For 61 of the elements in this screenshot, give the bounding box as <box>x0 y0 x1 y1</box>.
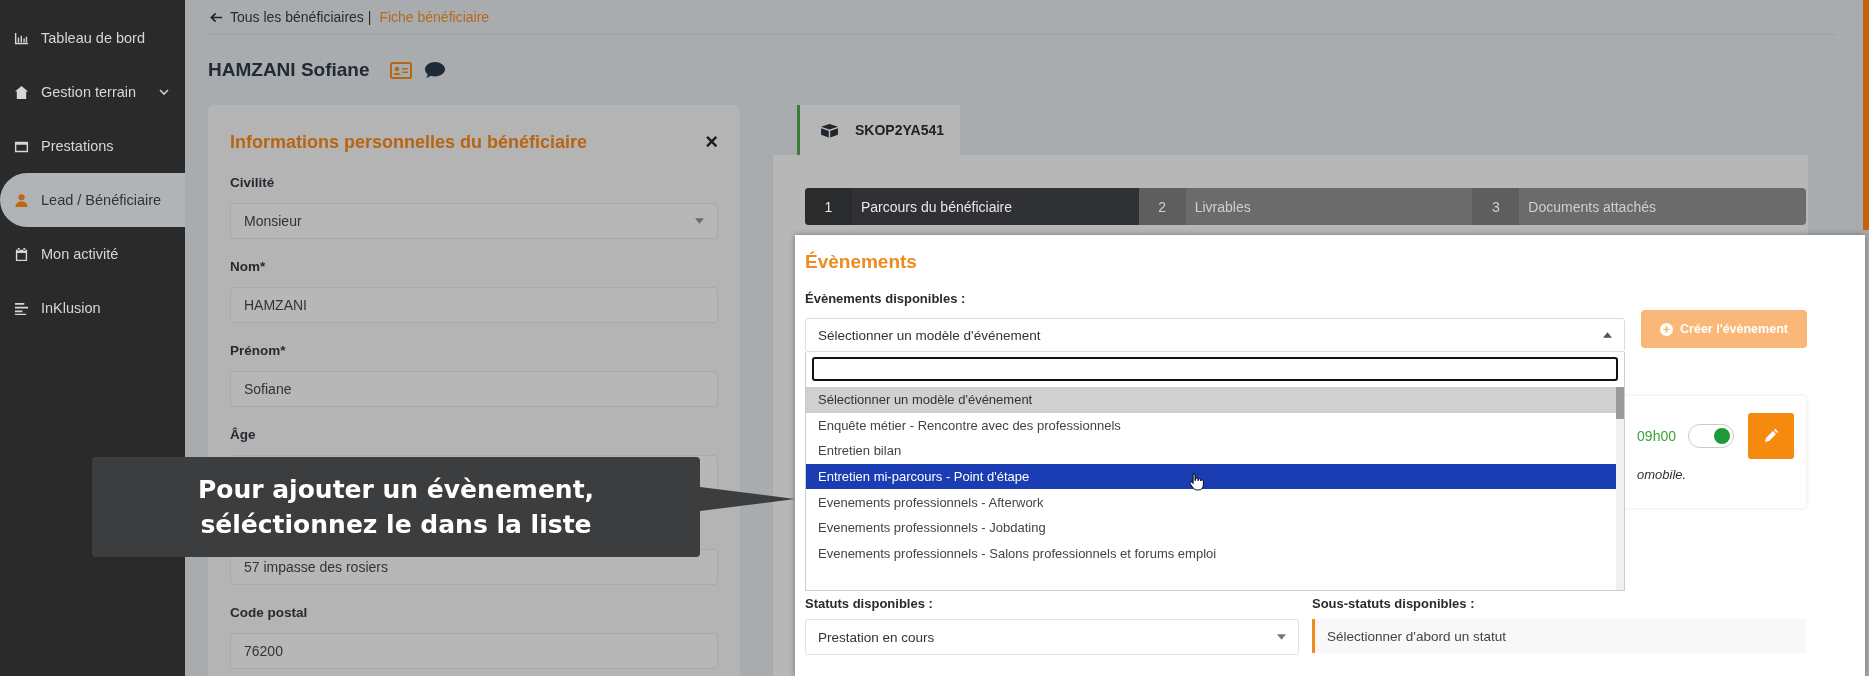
hand-cursor-icon <box>1189 471 1204 491</box>
event-select[interactable]: Sélectionner un modèle d'événement <box>805 318 1625 352</box>
dropdown-option[interactable]: Entretien bilan <box>806 438 1616 464</box>
tooltip-text: Pour ajouter un évènement, <box>197 474 595 506</box>
dropdown-option[interactable]: Entretien mi-parcours - Point d'étape <box>806 463 1616 490</box>
sidebar-item[interactable]: InKlusion <box>0 281 185 335</box>
calendar-icon <box>14 246 29 262</box>
close-button[interactable]: × <box>705 129 718 155</box>
pencil-icon <box>1764 429 1778 443</box>
scrollbar-thumb[interactable] <box>1616 387 1624 419</box>
sidebar-item[interactable]: Gestion terrain <box>0 65 185 119</box>
record-tab[interactable]: SKOP2YA541 <box>797 105 960 155</box>
step-tab[interactable]: 2 Livrables <box>1138 188 1473 225</box>
sidebar-item[interactable]: Lead / Bénéficiaire <box>0 173 185 227</box>
select-field[interactable]: Monsieur <box>230 203 718 239</box>
scrollbar-track[interactable] <box>1616 387 1624 590</box>
field-label: Âge <box>230 426 257 444</box>
edit-button[interactable] <box>1748 413 1794 459</box>
field-label: Civilité <box>230 174 276 192</box>
search-field[interactable] <box>812 357 1618 381</box>
step-tab[interactable]: 3 Documents attachés <box>1472 188 1806 225</box>
field-label: Prénom* <box>230 342 287 360</box>
field-label: Statuts disponibles : <box>805 596 934 611</box>
field-label: Sous-statuts disponibles : <box>1312 596 1476 611</box>
breadcrumb-current: Fiche bénéficiaire <box>379 9 490 25</box>
sidebar-item[interactable]: Mon activité <box>0 227 185 281</box>
person-name: HAMZANI Sofiane <box>208 59 370 81</box>
field-label: Évènements disponibles : <box>805 291 967 306</box>
box-icon <box>820 122 839 138</box>
dropdown-option[interactable]: Evenements professionnels - Salons professionnels et forums emploi <box>806 540 1616 567</box>
field-label: Nom* <box>230 258 267 276</box>
dropdown-option[interactable]: Enquête métier - Rencontre avec des professionnels <box>806 412 1616 439</box>
field-label: Code postal <box>230 604 309 622</box>
card-title: Informations personnelles du bénéficiaire <box>230 131 588 153</box>
dropdown-option[interactable]: Evenements professionnels - Afterwork <box>806 489 1616 515</box>
sidebar-item[interactable]: Tableau de bord <box>0 11 185 65</box>
toggle-switch[interactable] <box>1688 424 1734 448</box>
dropdown-option[interactable]: Sélectionner un modèle d'événement <box>806 387 1616 413</box>
person-icon <box>14 192 29 208</box>
input-field[interactable]: HAMZANI <box>230 287 718 323</box>
caret-icon <box>1603 332 1612 338</box>
event-time: 09h00 <box>1637 428 1676 444</box>
dropdown-option[interactable]: Evenements professionnels - Jobdating <box>806 514 1616 541</box>
lines-icon <box>14 300 29 316</box>
substatus-field: Sélectionner d'abord un statut <box>1312 619 1806 653</box>
input-field[interactable]: 76200 <box>230 633 718 669</box>
step-tab[interactable]: 1 Parcours du bénéficiaire <box>805 188 1139 225</box>
speech-bubble-icon[interactable] <box>423 61 446 79</box>
id-card-icon[interactable] <box>389 61 412 79</box>
sidebar-item[interactable]: Prestations <box>0 119 185 173</box>
status-select[interactable]: Prestation en cours <box>805 619 1299 655</box>
caret-icon <box>1277 634 1286 640</box>
house-icon <box>14 84 29 100</box>
arrow-left-icon <box>210 10 223 24</box>
tooltip-text: séléctionnez le dans la liste <box>200 509 592 541</box>
plus-circle-icon <box>1660 322 1674 336</box>
bar-chart-icon <box>14 30 29 46</box>
event-note: omobile. <box>1637 467 1687 482</box>
input-field[interactable]: Sofiane <box>230 371 718 407</box>
section-title: Évènements <box>805 251 918 273</box>
caret-icon <box>695 218 704 224</box>
